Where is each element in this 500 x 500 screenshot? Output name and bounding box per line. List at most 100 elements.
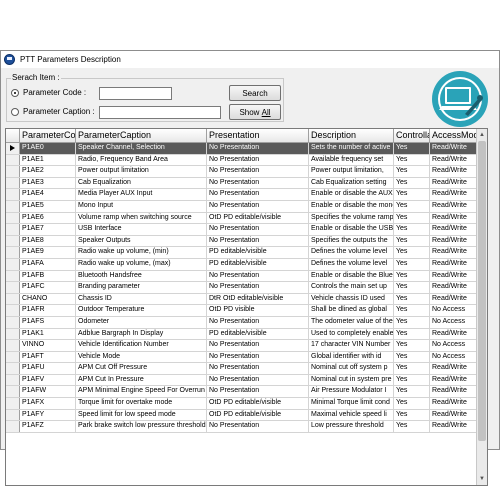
cell-code[interactable]: P1AE3 xyxy=(20,177,76,189)
column-header-description[interactable]: Description xyxy=(309,129,394,142)
cell-presentation[interactable]: No Presentation xyxy=(207,374,309,386)
cell-controllable[interactable]: Yes xyxy=(394,154,430,166)
column-header-controllable[interactable]: Controllable xyxy=(394,129,430,142)
table-row[interactable]: P1AFZ Park brake switch low pressure thre… xyxy=(6,421,487,433)
parameter-caption-radio[interactable] xyxy=(11,107,19,116)
cell-caption[interactable]: Cab Equalization xyxy=(76,177,207,189)
cell-access-mode[interactable]: Read/Write xyxy=(430,398,478,409)
cell-caption[interactable]: Chassis ID xyxy=(76,293,207,305)
cell-access-mode[interactable]: Read/Write xyxy=(430,143,478,154)
scroll-down-icon[interactable]: ▼ xyxy=(478,474,486,484)
cell-presentation[interactable]: No Presentation xyxy=(207,386,309,398)
cell-caption[interactable]: Volume ramp when switching source xyxy=(76,212,207,224)
cell-access-mode[interactable]: Read/Write xyxy=(430,177,478,189)
cell-access-mode[interactable]: Read/Write xyxy=(430,224,478,235)
cell-presentation[interactable]: No Presentation xyxy=(207,166,309,177)
cell-code[interactable]: P1AFX xyxy=(20,398,76,409)
cell-controllable[interactable]: Yes xyxy=(394,305,430,316)
table-row[interactable]: P1AFX Torque limit for overtake mode OtD P… xyxy=(6,398,487,410)
cell-controllable[interactable]: Yes xyxy=(394,316,430,328)
cell-caption[interactable]: Power output limitation xyxy=(76,166,207,177)
cell-caption[interactable]: Media Player AUX Input xyxy=(76,189,207,200)
row-selector[interactable] xyxy=(6,247,20,258)
cell-presentation[interactable]: OtD PD editable/visible xyxy=(207,409,309,421)
cell-access-mode[interactable]: Read/Write xyxy=(430,189,478,200)
table-row[interactable]: P1AFV APM Cut In Pressure No Presentation N… xyxy=(6,374,487,387)
cell-access-mode[interactable]: Read/Write xyxy=(430,328,478,340)
cell-caption[interactable]: Radio wake up volume, (max) xyxy=(76,258,207,270)
cell-controllable[interactable]: Yes xyxy=(394,363,430,374)
cell-description[interactable]: Enable or disable the USB xyxy=(309,224,394,235)
parameter-code-option[interactable]: Parameter Code : xyxy=(11,88,86,97)
cell-description[interactable]: Available frequency set xyxy=(309,154,394,166)
cell-caption[interactable]: Torque limit for overtake mode xyxy=(76,398,207,409)
cell-access-mode[interactable]: Read/Write xyxy=(430,258,478,270)
table-row[interactable]: P1AFY Speed limit for low speed mode OtD P… xyxy=(6,409,487,422)
row-selector[interactable] xyxy=(6,143,20,154)
cell-access-mode[interactable]: Read/Write xyxy=(430,200,478,212)
cell-presentation[interactable]: No Presentation xyxy=(207,270,309,282)
cell-code[interactable]: VINNO xyxy=(20,340,76,351)
cell-controllable[interactable]: Yes xyxy=(394,166,430,177)
row-selector[interactable] xyxy=(6,293,20,305)
show-all-button[interactable]: Show All xyxy=(229,104,281,120)
cell-caption[interactable]: Radio wake up volume, (min) xyxy=(76,247,207,258)
row-selector[interactable] xyxy=(6,224,20,235)
cell-description[interactable]: Enable or disable the mono xyxy=(309,200,394,212)
cell-controllable[interactable]: Yes xyxy=(394,177,430,189)
cell-controllable[interactable]: Yes xyxy=(394,293,430,305)
cell-caption[interactable]: Vehicle Identification Number xyxy=(76,340,207,351)
cell-caption[interactable]: APM Cut Off Pressure xyxy=(76,363,207,374)
cell-controllable[interactable]: Yes xyxy=(394,200,430,212)
cell-presentation[interactable]: No Presentation xyxy=(207,421,309,432)
cell-controllable[interactable]: Yes xyxy=(394,224,430,235)
row-selector[interactable] xyxy=(6,258,20,270)
cell-presentation[interactable]: OtD PD editable/visible xyxy=(207,212,309,224)
cell-description[interactable]: Defines the volume level xyxy=(309,247,394,258)
table-row[interactable]: P1AFT Vehicle Mode No Presentation Global i… xyxy=(6,351,487,364)
row-selector[interactable] xyxy=(6,200,20,212)
row-selector[interactable] xyxy=(6,177,20,189)
cell-presentation[interactable]: No Presentation xyxy=(207,351,309,363)
cell-caption[interactable]: Speaker Channel, Selection xyxy=(76,143,207,154)
cell-code[interactable]: P1AFU xyxy=(20,363,76,374)
cell-controllable[interactable]: Yes xyxy=(394,247,430,258)
cell-description[interactable]: 17 character VIN Number xyxy=(309,340,394,351)
cell-code[interactable]: P1AE8 xyxy=(20,235,76,247)
cell-presentation[interactable]: OtD PD visible xyxy=(207,305,309,316)
cell-presentation[interactable]: No Presentation xyxy=(207,224,309,235)
cell-code[interactable]: P1AFR xyxy=(20,305,76,316)
cell-description[interactable]: Nominal cut in system pre xyxy=(309,374,394,386)
cell-controllable[interactable]: Yes xyxy=(394,351,430,363)
parameters-grid[interactable]: ParameterCode ParameterCaption Presentat… xyxy=(5,128,488,486)
cell-access-mode[interactable]: Read/Write xyxy=(430,282,478,293)
column-header-access-mode[interactable]: AccessMode xyxy=(430,129,478,142)
cell-code[interactable]: P1AE9 xyxy=(20,247,76,258)
cell-access-mode[interactable]: No Access xyxy=(430,340,478,351)
cell-presentation[interactable]: No Presentation xyxy=(207,189,309,200)
cell-access-mode[interactable]: Read/Write xyxy=(430,247,478,258)
cell-code[interactable]: P1AFA xyxy=(20,258,76,270)
cell-caption[interactable]: USB Interface xyxy=(76,224,207,235)
cell-controllable[interactable]: Yes xyxy=(394,282,430,293)
table-row[interactable]: P1AE5 Mono Input No Presentation Enable or … xyxy=(6,200,487,213)
row-selector[interactable] xyxy=(6,166,20,177)
table-row[interactable]: P1AFU APM Cut Off Pressure No Presentation… xyxy=(6,363,487,375)
table-row[interactable]: P1AFA Radio wake up volume, (max) PD edita… xyxy=(6,258,487,271)
cell-controllable[interactable]: Yes xyxy=(394,189,430,200)
cell-code[interactable]: P1AE7 xyxy=(20,224,76,235)
cell-caption[interactable]: Speed limit for low speed mode xyxy=(76,409,207,421)
cell-code[interactable]: P1AE5 xyxy=(20,200,76,212)
row-selector[interactable] xyxy=(6,351,20,363)
cell-code[interactable]: P1AFB xyxy=(20,270,76,282)
cell-controllable[interactable]: Yes xyxy=(394,409,430,421)
cell-access-mode[interactable]: No Access xyxy=(430,316,478,328)
cell-code[interactable]: P1AFY xyxy=(20,409,76,421)
cell-controllable[interactable]: Yes xyxy=(394,386,430,398)
cell-code[interactable]: P1AFW xyxy=(20,386,76,398)
row-selector[interactable] xyxy=(6,328,20,340)
table-row[interactable]: P1AE9 Radio wake up volume, (min) PD edita… xyxy=(6,247,487,259)
cell-description[interactable]: Power output limitation, xyxy=(309,166,394,177)
cell-caption[interactable]: Bluetooth Handsfree xyxy=(76,270,207,282)
cell-code[interactable]: P1AFC xyxy=(20,282,76,293)
